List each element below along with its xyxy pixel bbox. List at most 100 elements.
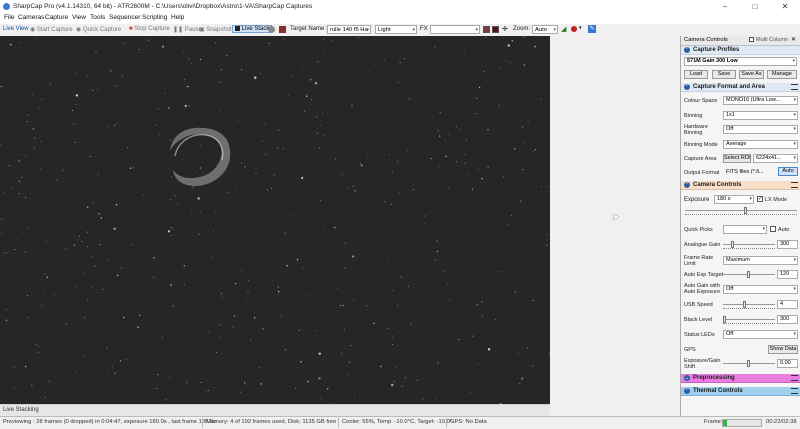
fx-select[interactable]: ▾ xyxy=(430,25,480,34)
crosshair-icon[interactable]: ✛ xyxy=(502,25,508,33)
quick-picks-auto-checkbox[interactable] xyxy=(770,226,776,232)
status-leds-select[interactable]: Off▾ xyxy=(723,330,798,339)
polar-align-icon[interactable]: ✎ xyxy=(588,25,596,33)
menu-file[interactable]: File xyxy=(4,14,14,21)
hardware-binning-select[interactable]: Off▾ xyxy=(723,125,798,134)
multi-column-checkbox[interactable] xyxy=(749,37,754,42)
preprocessing-header[interactable]: ⌄ Preprocessing xyxy=(681,374,800,383)
binning-mode-select[interactable]: Average▾ xyxy=(723,140,798,149)
close-icon[interactable]: ✕ xyxy=(791,36,796,43)
auto-gain-select[interactable]: Off▾ xyxy=(723,285,798,294)
chevron-down-icon: ▾ xyxy=(793,141,796,148)
black-level-slider-track[interactable] xyxy=(723,319,775,320)
camera-icon: ▣ xyxy=(199,27,205,33)
auto-output-button[interactable]: Auto xyxy=(778,167,798,176)
auto-exp-target-slider-thumb[interactable] xyxy=(747,271,750,278)
status-bar: Previewing : 28 frames (0 dropped) in 0:… xyxy=(0,416,800,429)
analogue-gain-slider-thumb[interactable] xyxy=(731,241,734,248)
menu-tools[interactable]: Tools xyxy=(90,14,105,21)
stop-capture-button[interactable]: ■ Stop Capture xyxy=(129,26,170,32)
select-roi-button[interactable]: Select ROI xyxy=(723,154,751,163)
menu-icon[interactable] xyxy=(791,182,798,188)
cooler-status: Cooler: 55%, Temp: -10.0°C, Target: -10.… xyxy=(342,419,452,425)
star xyxy=(40,141,41,142)
star xyxy=(233,327,234,328)
menu-view[interactable]: View xyxy=(72,14,86,21)
save-as-profile-button[interactable]: Save As xyxy=(739,70,764,79)
pause-button[interactable]: ❚❚ Pause xyxy=(173,26,202,33)
histogram-icon[interactable] xyxy=(268,26,275,33)
exposure-gain-shift-slider-thumb[interactable] xyxy=(747,360,750,367)
exposure-slider-thumb[interactable] xyxy=(744,207,747,214)
quick-capture-button[interactable]: ◉ Quick Capture xyxy=(76,26,121,33)
menu-icon[interactable] xyxy=(791,375,798,381)
black-level-input[interactable]: 300 xyxy=(777,315,798,324)
star xyxy=(6,320,7,321)
live-image-canvas[interactable] xyxy=(0,36,550,404)
black-level-slider-thumb[interactable] xyxy=(723,316,726,323)
status-separator xyxy=(202,418,203,428)
chevron-down-icon[interactable]: ▾ xyxy=(579,25,582,31)
menu-icon[interactable] xyxy=(791,84,798,90)
overlay-icon[interactable] xyxy=(279,26,286,33)
frame-type-select[interactable]: Light▾ xyxy=(375,25,417,34)
menu-cameras[interactable]: Cameras xyxy=(18,14,44,21)
thermal-controls-header[interactable]: ⌃ Thermal Controls xyxy=(681,387,800,396)
star xyxy=(78,239,79,240)
load-profile-button[interactable]: Load xyxy=(684,70,708,79)
analogue-gain-input[interactable]: 300 xyxy=(777,240,798,249)
capture-profiles-header[interactable]: ⌃ Capture Profiles xyxy=(681,46,800,55)
usb-speed-slider-thumb[interactable] xyxy=(743,301,746,308)
star xyxy=(254,317,255,318)
menu-scripting[interactable]: Scripting xyxy=(142,14,167,21)
minimize-icon[interactable]: – xyxy=(710,0,740,13)
analogue-gain-ticks xyxy=(723,248,775,251)
star xyxy=(437,251,438,252)
stretch-icon[interactable]: ◢ xyxy=(561,25,566,33)
exposure-slider-track[interactable] xyxy=(685,210,797,211)
auto-exp-target-input[interactable]: 120 xyxy=(777,270,798,279)
target-name-input[interactable]: rulle 140 f5 Ha▾ xyxy=(327,25,371,34)
exposure-input[interactable]: 180 s▾ xyxy=(714,195,754,204)
menu-help[interactable]: Help xyxy=(171,14,184,21)
star xyxy=(541,187,542,188)
star xyxy=(271,280,272,281)
capture-profile-select[interactable]: 571M Gain 300 Low▾ xyxy=(684,57,797,66)
live-view-button[interactable]: Live View xyxy=(3,26,29,32)
star xyxy=(200,145,201,146)
camera-controls-header[interactable]: ⌃ Camera Controls xyxy=(681,181,800,190)
star xyxy=(510,62,511,63)
show-gps-data-button[interactable]: Show Data xyxy=(768,345,798,354)
capture-area-label: Capture Area xyxy=(684,156,716,162)
manage-profiles-button[interactable]: Manage xyxy=(767,70,797,79)
menu-capture[interactable]: Capture xyxy=(45,14,68,21)
exposure-gain-shift-input[interactable]: 0.00 xyxy=(777,359,798,368)
chevron-down-icon: ▾ xyxy=(412,26,415,34)
capture-format-header[interactable]: ⌃ Capture Format and Area xyxy=(681,83,800,92)
star xyxy=(170,199,171,200)
menu-icon[interactable] xyxy=(791,388,798,394)
usb-speed-input[interactable]: 4 xyxy=(777,300,798,309)
chevron-down-icon: ▾ xyxy=(762,226,765,233)
usb-speed-slider-track[interactable] xyxy=(723,304,775,305)
output-format-select[interactable]: FITS files (*.fi... xyxy=(723,168,775,177)
menu-sequencer[interactable]: Sequencer xyxy=(109,14,140,21)
live-stack-button[interactable]: Live Stack xyxy=(232,25,272,33)
star xyxy=(50,83,51,84)
save-profile-button[interactable]: Save xyxy=(712,70,736,79)
focus-icon[interactable] xyxy=(571,26,577,32)
reticule-color-icon[interactable] xyxy=(483,26,490,33)
colour-space-select[interactable]: MONO16 (Ultra Low...▾ xyxy=(723,96,798,105)
quick-picks-select[interactable]: ▾ xyxy=(723,225,767,234)
close-icon[interactable]: ✕ xyxy=(770,0,800,13)
binning-select[interactable]: 1x1▾ xyxy=(723,111,798,120)
start-capture-button[interactable]: ◉ Start Capture xyxy=(30,26,73,33)
capture-area-select[interactable]: 6224x41...▾ xyxy=(753,154,798,163)
lx-mode-checkbox[interactable]: ✓ xyxy=(757,196,763,202)
maximize-icon[interactable]: □ xyxy=(740,0,770,13)
frame-rate-limit-select[interactable]: Maximum▾ xyxy=(723,256,798,265)
star xyxy=(108,371,109,372)
color-picker-icon[interactable] xyxy=(492,26,499,33)
snapshot-button[interactable]: ▣ Snapshot xyxy=(199,26,232,33)
zoom-select[interactable]: Auto▾ xyxy=(532,25,558,34)
